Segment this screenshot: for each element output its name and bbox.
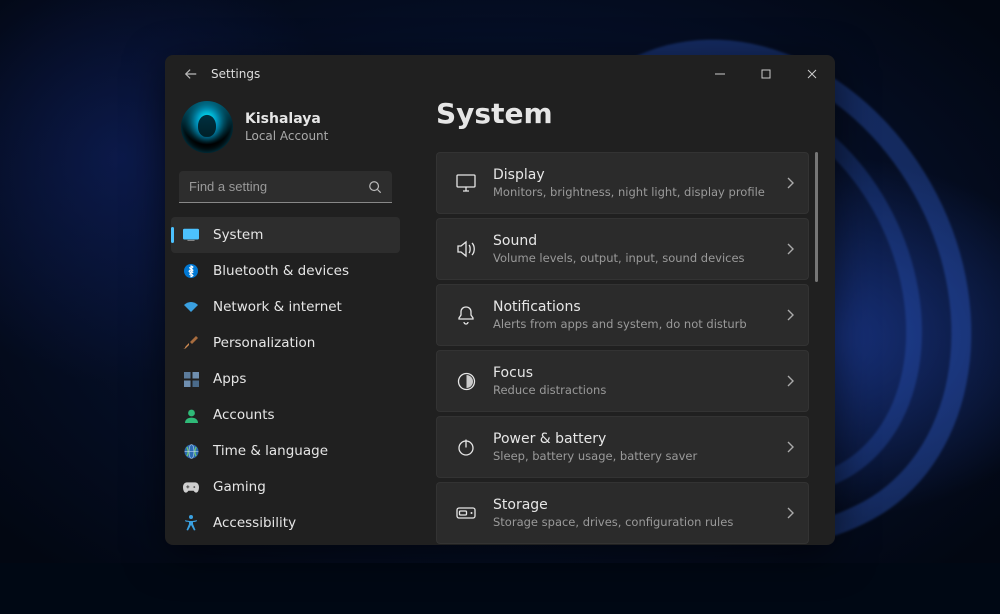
gamepad-icon: [183, 479, 199, 495]
content-area: System Display Monitors, brightness, nigh…: [410, 93, 835, 545]
window-title: Settings: [211, 67, 260, 81]
card-title: Display: [493, 167, 778, 183]
sidebar-item-label: Time & language: [213, 443, 328, 459]
close-button[interactable]: [789, 60, 835, 88]
card-subtitle: Alerts from apps and system, do not dist…: [493, 317, 778, 331]
close-icon: [807, 69, 817, 79]
sidebar-item-label: Gaming: [213, 479, 266, 495]
card-title: Sound: [493, 233, 778, 249]
search-input[interactable]: [189, 179, 368, 194]
wifi-icon: [183, 299, 199, 315]
sidebar-item-bluetooth[interactable]: Bluetooth & devices: [171, 253, 400, 289]
card-subtitle: Volume levels, output, input, sound devi…: [493, 251, 778, 265]
card-title: Storage: [493, 497, 778, 513]
chevron-right-icon: [786, 441, 794, 453]
sidebar-item-label: Apps: [213, 371, 246, 387]
storage-icon: [451, 507, 481, 519]
chevron-right-icon: [786, 177, 794, 189]
sidebar-item-accounts[interactable]: Accounts: [171, 397, 400, 433]
page-heading: System: [436, 93, 819, 152]
card-subtitle: Storage space, drives, configuration rul…: [493, 515, 778, 529]
window-controls: [697, 60, 835, 88]
focus-icon: [451, 372, 481, 391]
sidebar-item-personalization[interactable]: Personalization: [171, 325, 400, 361]
accessibility-icon: [183, 515, 199, 531]
settings-card-sound[interactable]: Sound Volume levels, output, input, sound…: [436, 218, 809, 280]
sidebar: Kishalaya Local Account System Bluetooth …: [165, 93, 410, 545]
minimize-icon: [715, 69, 725, 79]
sidebar-item-label: Personalization: [213, 335, 315, 351]
sidebar-item-label: Bluetooth & devices: [213, 263, 349, 279]
chevron-right-icon: [786, 507, 794, 519]
sidebar-item-label: Accounts: [213, 407, 275, 423]
sidebar-item-network[interactable]: Network & internet: [171, 289, 400, 325]
bell-icon: [451, 306, 481, 325]
sidebar-item-apps[interactable]: Apps: [171, 361, 400, 397]
speaker-icon: [451, 240, 481, 258]
settings-card-focus[interactable]: Focus Reduce distractions: [436, 350, 809, 412]
settings-list: Display Monitors, brightness, night light…: [436, 152, 809, 545]
settings-card-display[interactable]: Display Monitors, brightness, night light…: [436, 152, 809, 214]
back-arrow-icon: [184, 67, 198, 81]
settings-card-power[interactable]: Power & battery Sleep, battery usage, bat…: [436, 416, 809, 478]
sidebar-item-system[interactable]: System: [171, 217, 400, 253]
card-subtitle: Monitors, brightness, night light, displ…: [493, 185, 778, 199]
monitor-icon: [451, 174, 481, 192]
chevron-right-icon: [786, 243, 794, 255]
bluetooth-icon: [183, 263, 199, 279]
scrollbar-thumb[interactable]: [815, 152, 818, 282]
settings-card-notifications[interactable]: Notifications Alerts from apps and system…: [436, 284, 809, 346]
avatar: [181, 101, 233, 153]
scrollbar[interactable]: [812, 152, 819, 545]
card-subtitle: Sleep, battery usage, battery saver: [493, 449, 778, 463]
search-box[interactable]: [179, 171, 392, 203]
minimize-button[interactable]: [697, 60, 743, 88]
settings-window: Settings Kishalaya Local Account: [165, 55, 835, 545]
back-button[interactable]: [175, 58, 207, 90]
sidebar-item-label: System: [213, 227, 263, 243]
power-icon: [451, 438, 481, 456]
sidebar-item-label: Accessibility: [213, 515, 296, 531]
chevron-right-icon: [786, 375, 794, 387]
sidebar-item-time[interactable]: Time & language: [171, 433, 400, 469]
sidebar-item-gaming[interactable]: Gaming: [171, 469, 400, 505]
brush-icon: [183, 335, 199, 351]
card-title: Power & battery: [493, 431, 778, 447]
globe-icon: [183, 443, 199, 459]
card-title: Notifications: [493, 299, 778, 315]
accounts-icon: [183, 407, 199, 423]
profile-subtitle: Local Account: [245, 129, 328, 143]
search-icon: [368, 180, 382, 194]
user-profile[interactable]: Kishalaya Local Account: [165, 93, 406, 171]
system-icon: [183, 227, 199, 243]
sidebar-item-accessibility[interactable]: Accessibility: [171, 505, 400, 541]
profile-name: Kishalaya: [245, 111, 328, 127]
chevron-right-icon: [786, 309, 794, 321]
card-subtitle: Reduce distractions: [493, 383, 778, 397]
nav-list: System Bluetooth & devices Network & inter…: [165, 209, 406, 545]
apps-icon: [183, 371, 199, 387]
titlebar: Settings: [165, 55, 835, 93]
card-title: Focus: [493, 365, 778, 381]
maximize-icon: [761, 69, 771, 79]
maximize-button[interactable]: [743, 60, 789, 88]
sidebar-item-label: Network & internet: [213, 299, 342, 315]
settings-card-storage[interactable]: Storage Storage space, drives, configurat…: [436, 482, 809, 544]
